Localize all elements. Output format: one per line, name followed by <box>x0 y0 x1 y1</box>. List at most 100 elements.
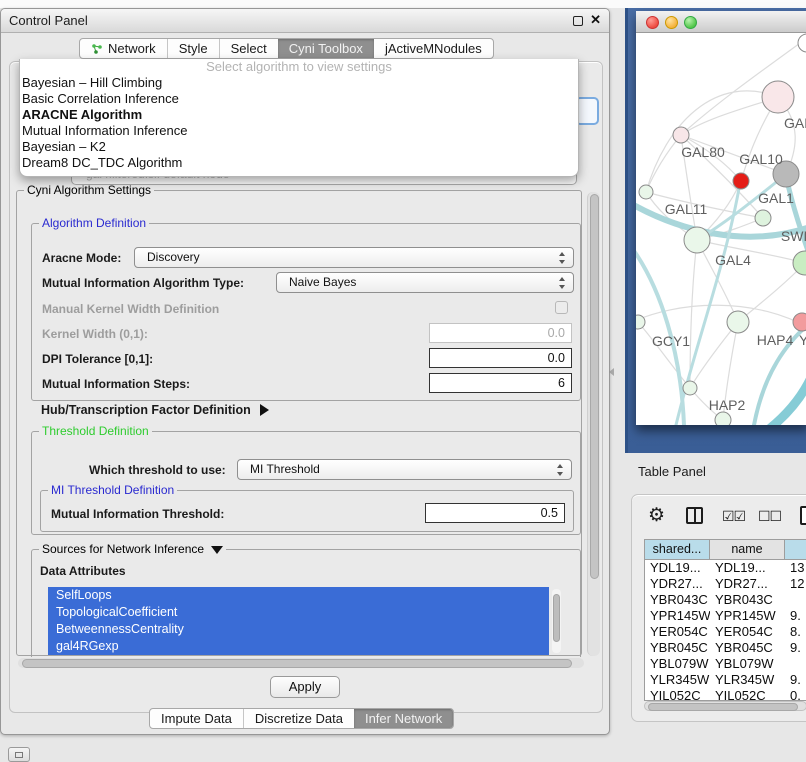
table-row[interactable]: YER054CYER054C8. <box>645 624 806 640</box>
network-node[interactable] <box>793 251 806 275</box>
control-panel-titlebar[interactable]: Control Panel ✕ <box>1 9 609 33</box>
select-all-columns-icon[interactable]: ☑☑ <box>722 508 745 525</box>
network-node[interactable] <box>755 210 771 226</box>
table-row[interactable]: YBL079WYBL079W <box>645 656 806 672</box>
mi-threshold-input[interactable]: 0.5 <box>425 503 565 523</box>
tab-select[interactable]: Select <box>219 39 278 58</box>
restore-panel-button[interactable] <box>8 747 30 762</box>
tab-jactivemnodules[interactable]: jActiveMNodules <box>374 39 493 58</box>
table-cell: YPR145W <box>710 608 785 624</box>
hub-definition-toggle[interactable]: Hub/Transcription Factor Definition <box>41 403 269 417</box>
node-attribute-table[interactable]: shared...nameA YDL19...YDL19...13YDR27..… <box>644 539 806 701</box>
tab-network[interactable]: Network <box>80 39 167 58</box>
column-header-2[interactable]: name <box>710 540 785 559</box>
algorithm-option[interactable]: ARACNE Algorithm <box>20 107 578 123</box>
function-builder-icon[interactable] <box>800 506 806 525</box>
table-row[interactable]: YDL19...YDL19...13 <box>645 560 806 576</box>
sources-legend[interactable]: Sources for Network Inference <box>39 542 226 556</box>
attribute-list-item[interactable]: SelfLoops <box>48 587 549 604</box>
desktop-top-strip <box>0 0 806 8</box>
network-node[interactable] <box>636 315 645 329</box>
tab-style[interactable]: Style <box>167 39 219 58</box>
deselect-all-columns-icon[interactable]: ☐☐ <box>758 508 781 525</box>
close-traffic-icon[interactable] <box>646 16 659 29</box>
table-row[interactable]: YDR27...YDR27...12 <box>645 576 806 592</box>
network-node[interactable] <box>684 227 710 253</box>
mi-threshold-definition-legend: MI Threshold Definition <box>48 483 177 497</box>
network-node-label: GAL1 <box>758 190 794 206</box>
network-node[interactable] <box>715 412 731 425</box>
algorithm-option[interactable]: Basic Correlation Inference <box>20 91 578 107</box>
algorithm-option[interactable]: Bayesian – K2 <box>20 139 578 155</box>
network-window[interactable]: GALGAL80GAL10GAL1GAL11SWI4GAL4GCY1HAP4YH… <box>636 11 806 425</box>
settings-gear-icon[interactable]: ⚙ <box>648 503 665 529</box>
split-columns-icon[interactable] <box>686 507 703 524</box>
aracne-mode-select[interactable]: Discovery <box>134 247 574 268</box>
expand-arrow-icon <box>260 404 269 416</box>
settings-horizontal-scrollbar[interactable] <box>18 658 584 668</box>
table-cell: YIL052C <box>645 688 710 701</box>
network-node[interactable] <box>639 185 653 199</box>
table-panel: ⚙ ☑☑ ☐☐ shared...nameA YDL19...YDL19...1… <box>631 494 806 722</box>
tab-discretize-data[interactable]: Discretize Data <box>243 709 354 728</box>
mi-algorithm-type-select[interactable]: Naive Bayes <box>276 272 574 293</box>
tab-label: Discretize Data <box>255 711 343 726</box>
attribute-list-item[interactable]: TopologicalCoefficient <box>48 604 549 621</box>
table-row[interactable]: YIL052CYIL052C0. <box>645 688 806 701</box>
table-row[interactable]: YBR043CYBR043C <box>645 592 806 608</box>
attribute-list-scrollbar[interactable] <box>552 589 561 653</box>
algorithm-dropdown-placeholder: Select algorithm to view settings <box>20 59 578 75</box>
tab-cyni-toolbox[interactable]: Cyni Toolbox <box>278 39 374 58</box>
table-row[interactable]: YBR045CYBR045C9. <box>645 640 806 656</box>
collapse-arrow-icon <box>211 546 223 554</box>
close-icon[interactable]: ✕ <box>590 12 601 28</box>
tab-impute-data[interactable]: Impute Data <box>150 709 243 728</box>
which-threshold-label: Which threshold to use: <box>89 463 226 477</box>
mi-steps-input[interactable]: 6 <box>429 373 572 393</box>
table-cell: YLR345W <box>645 672 710 688</box>
network-node[interactable] <box>798 34 806 52</box>
cyni-algorithm-settings-group: Cyni Algorithm Settings Algorithm Defini… <box>16 190 582 656</box>
sources-title: Sources for Network Inference <box>42 542 204 556</box>
network-node[interactable] <box>733 173 749 189</box>
zoom-traffic-icon[interactable] <box>684 16 697 29</box>
attribute-list-item[interactable]: BetweennessCentrality <box>48 621 549 638</box>
network-window-titlebar[interactable] <box>636 11 806 33</box>
apply-button[interactable]: Apply <box>270 676 340 698</box>
algorithm-option[interactable]: Mutual Information Inference <box>20 123 578 139</box>
tab-infer-network[interactable]: Infer Network <box>354 709 453 728</box>
table-cell: 9. <box>785 608 806 624</box>
column-header-3[interactable]: A <box>785 540 806 559</box>
float-window-icon[interactable] <box>573 16 583 26</box>
table-horizontal-scrollbar[interactable] <box>644 701 806 711</box>
column-header-1[interactable]: shared... <box>645 540 710 559</box>
algorithm-option[interactable]: Dream8 DC_TDC Algorithm <box>20 155 578 171</box>
network-node[interactable] <box>683 381 697 395</box>
minimize-traffic-icon[interactable] <box>665 16 678 29</box>
dpi-tolerance-input[interactable]: 0.0 <box>429 348 572 368</box>
control-panel-title: Control Panel <box>9 13 88 28</box>
table-row[interactable]: YLR345WYLR345W9. <box>645 672 806 688</box>
network-canvas[interactable]: GALGAL80GAL10GAL1GAL11SWI4GAL4GCY1HAP4YH… <box>636 33 806 425</box>
which-threshold-select[interactable]: MI Threshold <box>237 459 572 480</box>
mi-steps-label: Mutual Information Steps: <box>42 377 190 391</box>
network-node-label: Y <box>799 332 806 348</box>
table-cell: 8. <box>785 624 806 640</box>
attribute-list-item[interactable]: gal4RGexp <box>48 638 549 655</box>
settings-vertical-scrollbar[interactable] <box>587 192 600 656</box>
manual-kernel-width-checkbox[interactable] <box>555 301 568 314</box>
splitter-collapse-icon[interactable] <box>609 368 614 376</box>
tab-label: Select <box>231 41 267 56</box>
table-row[interactable]: YPR145WYPR145W9. <box>645 608 806 624</box>
network-node-label: HAP2 <box>709 397 746 413</box>
network-node[interactable] <box>793 313 806 331</box>
network-node[interactable] <box>762 81 794 113</box>
kernel-width-input[interactable]: 0.0 <box>429 323 572 343</box>
table-cell: YDR27... <box>710 576 785 592</box>
network-node[interactable] <box>673 127 689 143</box>
control-panel-tabstrip: NetworkStyle Select Cyni ToolboxjActiveMNo… <box>79 38 494 59</box>
algorithm-option[interactable]: Bayesian – Hill Climbing <box>20 75 578 91</box>
network-node[interactable] <box>727 311 749 333</box>
data-attributes-list[interactable]: SelfLoopsTopologicalCoefficientBetweenne… <box>48 587 549 656</box>
table-cell: YIL052C <box>710 688 785 701</box>
